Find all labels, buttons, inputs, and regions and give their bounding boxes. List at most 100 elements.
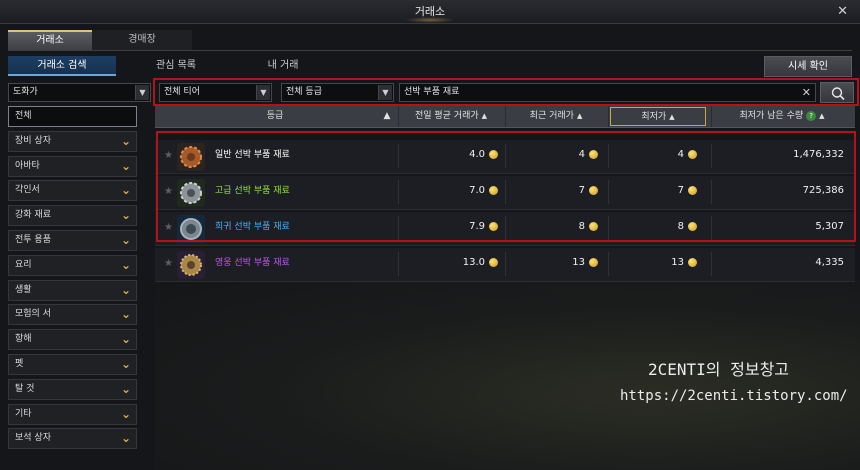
column-divider	[608, 216, 609, 240]
tab-divider	[8, 50, 852, 51]
sort-icon: ▲	[481, 112, 488, 120]
search-icon	[831, 87, 845, 101]
sidebar-item-label: 탈 것	[15, 383, 35, 394]
column-lowest-qty[interactable]: 최저가 남은 수량? ▲	[712, 106, 852, 127]
favorite-star-icon[interactable]: ★	[164, 222, 173, 233]
chevron-down-icon: ▼	[378, 85, 392, 100]
sidebar-item-sailing[interactable]: 항해 ⌄	[8, 329, 137, 351]
sidebar-item-label: 모험의 서	[15, 309, 51, 320]
tab-auction[interactable]: 경매장	[92, 30, 192, 50]
subtab-search[interactable]: 거래소 검색	[8, 56, 116, 76]
sidebar-item-label: 보석 상자	[15, 433, 51, 444]
sidebar-item-adventure-book[interactable]: 모험의 서 ⌄	[8, 304, 137, 326]
recent-price-cell: 13	[506, 248, 598, 278]
recent-price-cell: 4	[506, 140, 598, 170]
recent-price-value: 13	[572, 257, 585, 268]
lowest-qty-cell: 5,307	[815, 221, 844, 232]
lowest-price-cell: 13	[610, 248, 697, 278]
sidebar-item-cooking[interactable]: 요리 ⌄	[8, 254, 137, 276]
gold-coin-icon	[489, 257, 498, 267]
search-button[interactable]	[820, 82, 854, 103]
class-filter-select[interactable]: 도화가 ▼	[8, 83, 151, 102]
sidebar-item-gem-box[interactable]: 보석 상자 ⌄	[8, 428, 137, 450]
sidebar-item-upgrade-material[interactable]: 강화 재료 ⌄	[8, 205, 137, 227]
search-input[interactable]: 선박 부품 재료 ✕	[399, 83, 816, 102]
avg-price-value: 7.9	[469, 221, 485, 232]
chevron-down-icon: ▼	[135, 85, 149, 100]
sidebar-item-mount[interactable]: 탈 것 ⌄	[8, 378, 137, 400]
gear-gold-icon	[177, 251, 205, 279]
recent-price-cell: 7	[506, 176, 598, 206]
sidebar-item-all[interactable]: 전체	[8, 106, 137, 127]
column-grade-label: 등급	[266, 111, 284, 121]
tab-exchange[interactable]: 거래소	[8, 30, 92, 50]
lowest-price-value: 4	[677, 149, 684, 160]
grade-select[interactable]: 전체 등급 ▼	[281, 83, 394, 102]
sidebar-item-battle-items[interactable]: 전투 용품 ⌄	[8, 229, 137, 251]
chevron-down-icon: ⌄	[120, 356, 131, 371]
grade-select-value: 전체 등급	[286, 87, 322, 97]
column-avg-price[interactable]: 전일 평균 거래가 ▲	[399, 106, 503, 127]
sort-icon: ▲	[669, 113, 675, 121]
sidebar-item-avatar[interactable]: 아바타 ⌄	[8, 155, 137, 177]
chevron-down-icon: ⌄	[120, 431, 131, 446]
gold-coin-icon	[688, 185, 697, 195]
sidebar-item-equipment-box[interactable]: 장비 상자 ⌄	[8, 130, 137, 152]
sidebar-item-life[interactable]: 생활 ⌄	[8, 279, 137, 301]
column-recent-price-label: 최근 거래가	[529, 111, 574, 121]
favorite-star-icon[interactable]: ★	[164, 258, 173, 269]
gold-coin-icon	[589, 257, 598, 267]
favorite-star-icon[interactable]: ★	[164, 186, 173, 197]
table-row[interactable]: ★ 일반 선박 부품 재료 4.0 4 4 1,476,332	[155, 140, 855, 174]
table-row[interactable]: ★ 영웅 선박 부품 재료 13.0 13 13 4,335	[155, 248, 855, 282]
chevron-down-icon: ⌄	[120, 332, 131, 347]
chevron-down-icon: ⌄	[120, 232, 131, 247]
market-price-button[interactable]: 시세 확인	[764, 56, 852, 77]
column-grade[interactable]: 등급	[155, 106, 395, 127]
column-lowest-qty-label: 최저가 남은 수량	[739, 111, 804, 121]
gold-coin-icon	[489, 221, 498, 231]
column-lowest-price-label: 최저가	[641, 112, 667, 122]
column-lowest-price[interactable]: 최저가 ▲	[610, 107, 706, 126]
chevron-down-icon: ⌄	[120, 257, 131, 272]
subtab-favorites[interactable]: 관심 목록	[126, 56, 226, 76]
sidebar-item-engraving[interactable]: 각인서 ⌄	[8, 180, 137, 202]
avg-price-value: 7.0	[469, 185, 485, 196]
subtab-my-trades[interactable]: 내 거래	[233, 56, 333, 76]
gear-cog-icon	[177, 215, 205, 243]
column-recent-price[interactable]: 최근 거래가 ▲	[506, 106, 606, 127]
lowest-price-value: 7	[677, 185, 684, 196]
avg-price-cell: 4.0	[399, 140, 498, 170]
sidebar-item-label: 생활	[15, 284, 32, 295]
sidebar-item-pet[interactable]: 펫 ⌄	[8, 353, 137, 375]
class-filter-value: 도화가	[13, 87, 38, 97]
sidebar-item-label: 각인서	[15, 185, 40, 196]
gold-coin-icon	[489, 185, 498, 195]
gear-bronze-icon	[177, 143, 205, 171]
sort-icon[interactable]: ▲	[381, 106, 393, 127]
lowest-price-cell: 4	[610, 140, 697, 170]
sidebar-item-label: 강화 재료	[15, 210, 51, 221]
sidebar-item-label: 항해	[15, 334, 32, 345]
gold-coin-icon	[688, 221, 697, 231]
item-name: 영웅 선박 부품 재료	[215, 258, 290, 268]
clear-icon[interactable]: ✕	[802, 84, 811, 101]
help-icon[interactable]: ?	[806, 110, 817, 121]
gold-coin-icon	[589, 149, 598, 159]
sidebar-item-etc[interactable]: 기타 ⌄	[8, 403, 137, 425]
search-input-value: 선박 부품 재료	[404, 87, 460, 97]
table-row[interactable]: ★ 희귀 선박 부품 재료 7.9 8 8 5,307	[155, 212, 855, 246]
favorite-star-icon[interactable]: ★	[164, 150, 173, 161]
avg-price-value: 13.0	[462, 257, 485, 268]
chevron-down-icon: ⌄	[120, 158, 131, 173]
gold-coin-icon	[489, 149, 498, 159]
sort-icon: ▲	[819, 112, 825, 120]
lowest-qty-cell: 4,335	[815, 257, 844, 268]
watermark-url: https://2centi.tistory.com/	[620, 388, 848, 404]
close-icon[interactable]: ✕	[837, 4, 848, 20]
tier-select[interactable]: 전체 티어 ▼	[159, 83, 272, 102]
table-row[interactable]: ★ 고급 선박 부품 재료 7.0 7 7 725,386	[155, 176, 855, 210]
chevron-down-icon: ⌄	[120, 208, 131, 223]
column-avg-price-label: 전일 평균 거래가	[414, 111, 479, 121]
lowest-price-value: 13	[671, 257, 684, 268]
